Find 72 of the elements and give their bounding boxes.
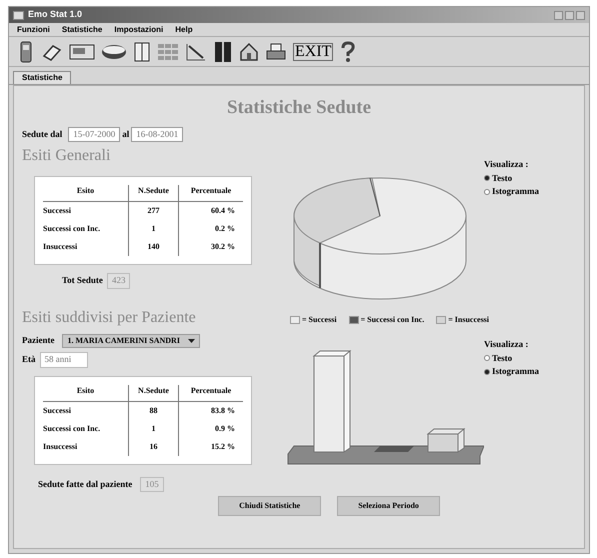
- disk-icon[interactable]: [101, 42, 127, 60]
- radio-label: Testo: [492, 352, 512, 364]
- chart-icon[interactable]: [185, 42, 207, 62]
- age-field[interactable]: 58 anni: [40, 352, 88, 368]
- radio-button[interactable]: [484, 188, 490, 195]
- table-cell-text: 0.9 %: [214, 422, 236, 434]
- patient-label: Paziente: [22, 334, 54, 348]
- radio-button[interactable]: [484, 368, 490, 375]
- column-header: Esito: [43, 384, 129, 402]
- total-label: Tot Sedute: [62, 274, 103, 287]
- section-title: Esiti suddivisi per Paziente: [22, 308, 197, 328]
- table-cell: Insuccessi: [43, 438, 129, 456]
- table-cell-text: 83.8 %: [210, 404, 236, 416]
- menu-item[interactable]: Help: [175, 24, 193, 36]
- period-label: Sedute dal: [22, 128, 62, 140]
- start-date-field[interactable]: 15-07-2000: [68, 126, 120, 142]
- table-cell: 16: [129, 438, 179, 456]
- column-header: N.Sedute: [129, 185, 179, 202]
- radio-button[interactable]: [484, 355, 490, 362]
- table-cell-text: 0.2 %: [214, 223, 236, 235]
- total-field: 423: [106, 273, 130, 288]
- section-title: Esiti Generali: [22, 146, 112, 166]
- app-icon: [13, 10, 24, 20]
- total-label: Sedute fatte dal paziente: [38, 478, 132, 491]
- legend-label: = Successi con Inc.: [360, 314, 424, 326]
- window-title: Emo Stat 1.0: [28, 8, 82, 22]
- bar: [426, 428, 466, 453]
- printer-icon[interactable]: [265, 42, 287, 62]
- table-cell: Successi: [43, 402, 129, 420]
- action-button[interactable]: Seleziona Periodo: [337, 496, 440, 516]
- table-cell: 1: [129, 220, 179, 238]
- action-button[interactable]: Chiudi Statistiche: [218, 496, 322, 516]
- menu-item[interactable]: Statistiche: [62, 24, 102, 36]
- view-label: Visualizza :: [484, 338, 530, 351]
- column-header: Percentuale: [179, 185, 243, 202]
- table-cell: 1: [129, 420, 179, 438]
- age-label: Età: [22, 353, 36, 366]
- table-cell: Insuccessi: [43, 238, 129, 256]
- radio-label: Istogramma: [492, 365, 539, 378]
- column-header: N.Sedute: [129, 384, 179, 402]
- page-heading: Statistiche Sedute: [226, 96, 372, 120]
- table-cell-text: 60.4 %: [210, 205, 236, 217]
- bar: [374, 446, 414, 452]
- house-icon[interactable]: [239, 42, 259, 62]
- legend-label: = Insuccessi: [448, 314, 490, 326]
- table-cell: 140: [129, 238, 179, 256]
- end-date-field[interactable]: 16-08-2001: [131, 126, 184, 142]
- exit-button[interactable]: EXIT: [293, 42, 334, 60]
- caret-icon: [188, 339, 195, 343]
- table-cell: Successi con Inc.: [43, 220, 129, 238]
- menu-item[interactable]: Impostazioni: [114, 24, 164, 36]
- patient-dropdown[interactable]: 1. MARIA CAMERINI SANDRI: [62, 334, 200, 348]
- table-cell: Successi con Inc.: [43, 420, 129, 438]
- card-icon[interactable]: [69, 42, 95, 60]
- total-field: 105: [140, 476, 164, 492]
- column-header: Esito: [43, 185, 129, 202]
- menu-item[interactable]: Funzioni: [17, 24, 50, 36]
- period-separator: al: [122, 128, 130, 140]
- table-cell: Successi: [43, 202, 129, 220]
- radio-label: Testo: [492, 172, 512, 184]
- table-cell-text: 30.2 %: [210, 241, 236, 253]
- view-label: Visualizza :: [484, 158, 530, 171]
- table-cell: 88: [129, 402, 179, 420]
- panel-icon[interactable]: [133, 42, 151, 62]
- column-header: Percentuale: [179, 384, 243, 402]
- tab[interactable]: Statistiche: [13, 71, 72, 84]
- radio-button[interactable]: [484, 175, 490, 182]
- table-cell: 277: [129, 202, 179, 220]
- table-cell-text: 15.2 %: [210, 440, 236, 452]
- radio-label: Istogramma: [492, 185, 539, 198]
- legend-label: = Successi: [302, 314, 337, 326]
- help-icon[interactable]: [339, 40, 358, 62]
